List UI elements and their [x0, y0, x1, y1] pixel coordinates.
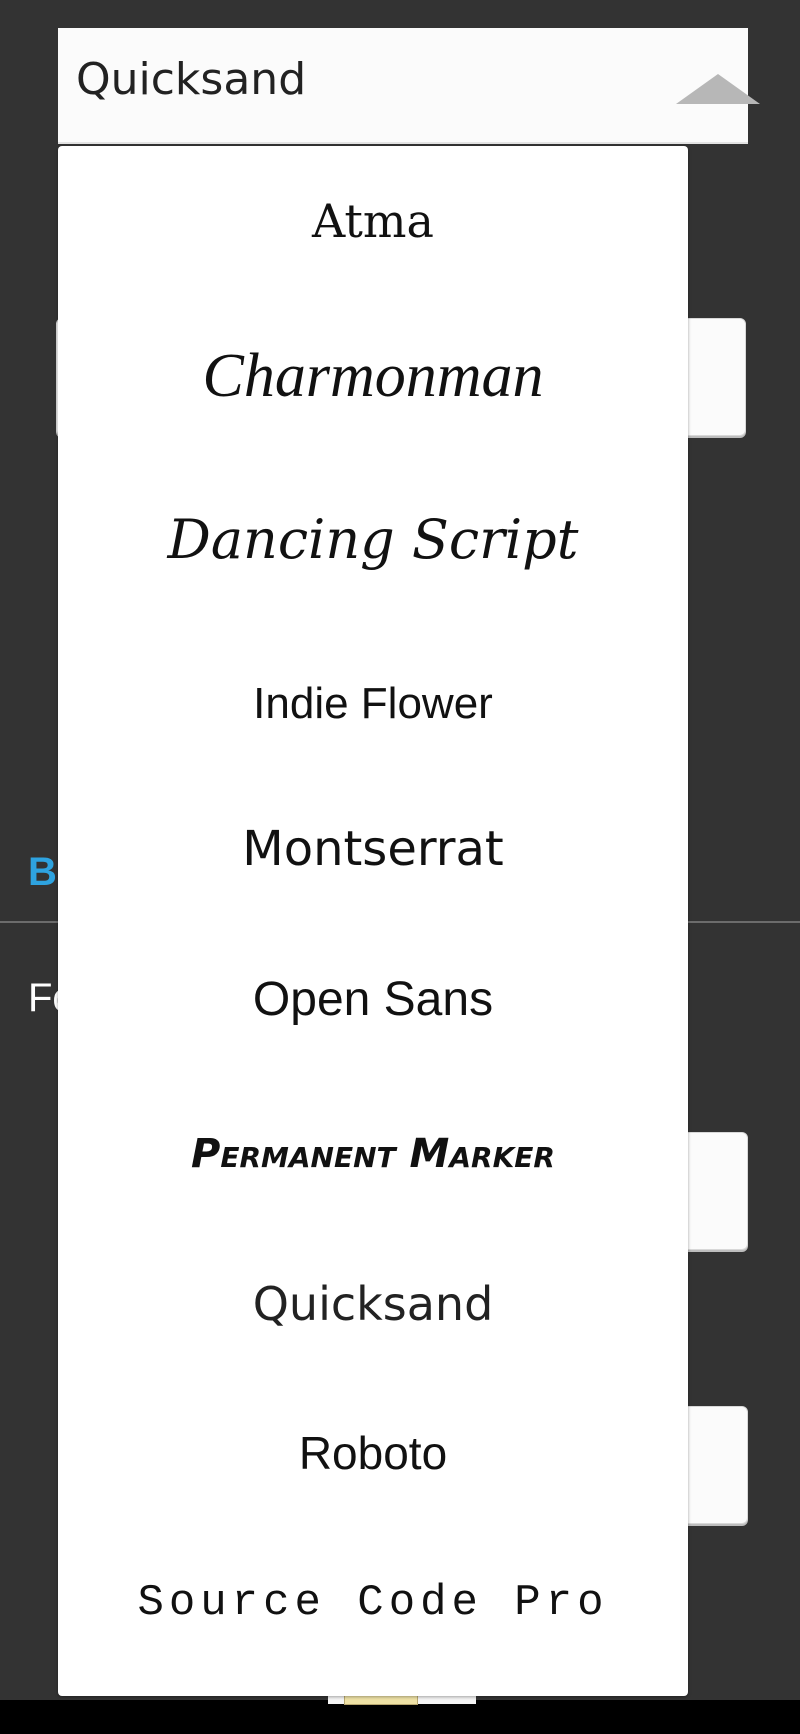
font-option-quicksand[interactable]: Quicksand: [58, 1229, 688, 1379]
font-option-source-code-pro[interactable]: Source Code Pro: [58, 1528, 688, 1678]
font-option-roboto[interactable]: Roboto: [58, 1378, 688, 1528]
bottom-system-bar: [0, 1700, 800, 1734]
font-select[interactable]: Quicksand: [58, 28, 760, 144]
font-dropdown-list: Atma Charmonman Dancing Script Indie Flo…: [58, 146, 688, 1696]
font-option-permanent-marker[interactable]: Permanent Marker: [58, 1079, 688, 1229]
font-option-montserrat[interactable]: Montserrat: [58, 774, 688, 924]
font-select-value: Quicksand: [76, 54, 307, 105]
font-option-indie-flower[interactable]: Indie Flower: [58, 629, 688, 779]
font-option-open-sans[interactable]: Open Sans: [58, 924, 688, 1074]
section-heading-partial: B: [28, 850, 57, 894]
font-option-atma[interactable]: Atma: [58, 146, 688, 296]
caret-up-icon[interactable]: [676, 74, 760, 104]
font-option-dancing-script[interactable]: Dancing Script: [58, 464, 688, 614]
font-option-charmonman[interactable]: Charmonman: [58, 301, 688, 451]
